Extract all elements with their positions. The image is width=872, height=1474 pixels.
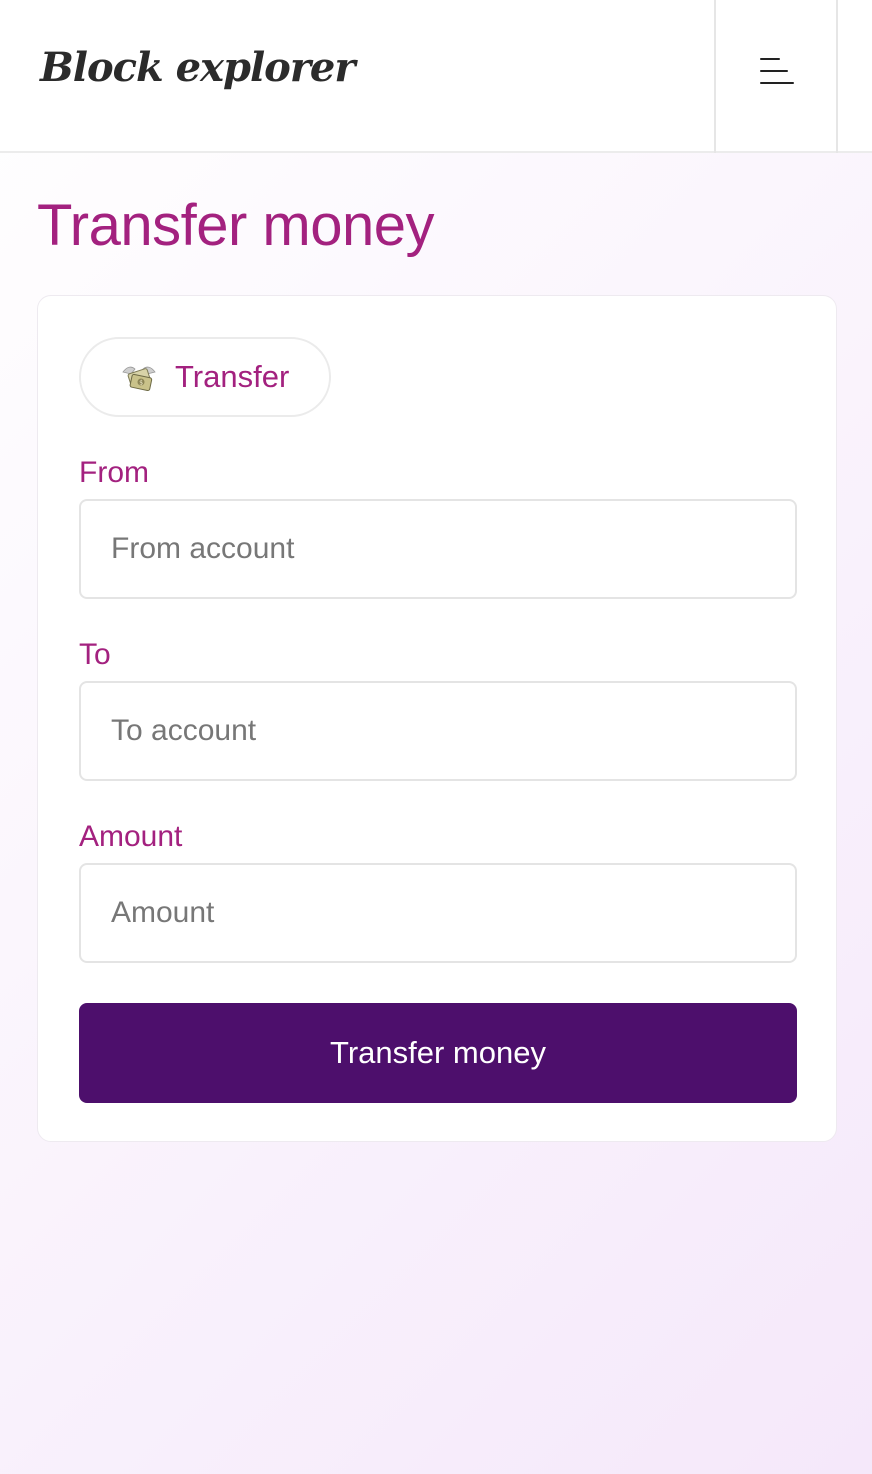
from-label: From xyxy=(79,456,149,489)
to-label: To xyxy=(79,638,111,671)
svg-text:$: $ xyxy=(139,379,143,386)
brand-logo[interactable]: Block explorer xyxy=(40,44,355,91)
amount-input[interactable] xyxy=(79,863,797,963)
tab-transfer[interactable]: $ Transfer xyxy=(79,337,331,417)
top-header: Block explorer xyxy=(0,0,872,153)
to-account-input[interactable] xyxy=(79,681,797,781)
hamburger-menu-icon[interactable] xyxy=(760,58,794,86)
tab-transfer-label: Transfer xyxy=(175,359,290,394)
menu-button[interactable] xyxy=(714,0,838,153)
transfer-money-button[interactable]: Transfer money xyxy=(79,1003,797,1103)
money-with-wings-icon: $ xyxy=(122,366,156,392)
amount-label: Amount xyxy=(79,820,183,853)
transfer-card: $ Transfer From To Amount Transfer money xyxy=(37,295,837,1142)
from-account-input[interactable] xyxy=(79,499,797,599)
page-title: Transfer money xyxy=(37,193,435,258)
